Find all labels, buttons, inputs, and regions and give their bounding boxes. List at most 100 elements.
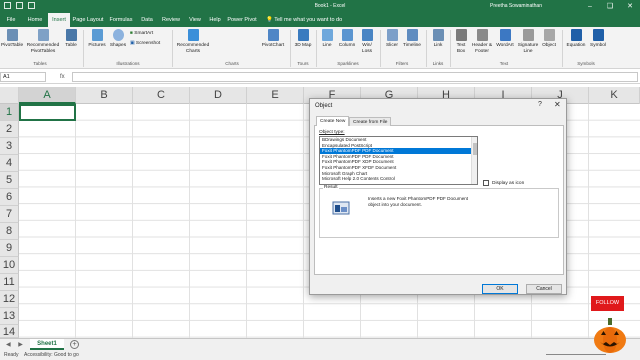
sparkline-winloss-button[interactable]: Win/ Loss: [358, 29, 376, 54]
row-header[interactable]: 13: [0, 308, 19, 325]
text-box-icon: [455, 29, 467, 41]
tab-help[interactable]: Help: [207, 13, 223, 27]
symbol-icon: [592, 29, 604, 41]
group-divider: [290, 30, 291, 67]
link-button[interactable]: Link: [430, 29, 446, 49]
group-divider: [83, 30, 84, 67]
list-item[interactable]: Microsoft Help 2.0 Contents Control: [320, 176, 477, 182]
ribbon-insert: PivotTable Recommended PivotTables Table…: [0, 27, 640, 69]
formula-input[interactable]: [72, 72, 638, 82]
shapes-button[interactable]: Shapes: [108, 29, 128, 49]
column-header[interactable]: B: [76, 87, 133, 104]
3d-map-button[interactable]: 3D Map: [292, 29, 314, 49]
tell-me-box[interactable]: 💡 Tell me what you want to do: [266, 13, 342, 27]
row-header[interactable]: 4: [0, 155, 19, 172]
minimize-icon[interactable]: –: [580, 0, 600, 13]
row-header[interactable]: 7: [0, 206, 19, 223]
signature-line-icon: [522, 29, 534, 41]
timeline-button[interactable]: Timeline: [402, 29, 422, 49]
tab-home[interactable]: Home: [24, 13, 46, 27]
sheet-nav-arrows[interactable]: ◀ ▶: [6, 341, 26, 348]
object-type-list[interactable]: BDrawings Document Encapsulated PostScri…: [319, 136, 478, 185]
save-icon[interactable]: [4, 2, 11, 9]
row-header[interactable]: 1: [0, 104, 19, 121]
tab-data[interactable]: Data: [138, 13, 156, 27]
cancel-button[interactable]: Cancel: [526, 284, 562, 294]
result-box: Inserts a new Foxit PhantomPDF PDF Docum…: [319, 188, 559, 238]
text-box-button[interactable]: Text Box: [452, 29, 470, 54]
column-header[interactable]: A: [19, 87, 76, 104]
insert-function-icon[interactable]: fx: [60, 72, 65, 82]
header-footer-button[interactable]: Header & Footer: [470, 29, 494, 54]
column-header[interactable]: E: [247, 87, 304, 104]
pictures-button[interactable]: Pictures: [86, 29, 108, 49]
table-button[interactable]: Table: [62, 29, 80, 49]
user-name[interactable]: Preetha Sowaminathan: [490, 3, 542, 9]
object-button[interactable]: Object: [540, 29, 558, 49]
wordart-button[interactable]: WordArt: [494, 29, 516, 49]
tab-create-from-file[interactable]: Create from File: [349, 117, 392, 126]
row-header[interactable]: 8: [0, 223, 19, 240]
row-header[interactable]: 2: [0, 121, 19, 138]
sheet-tab[interactable]: Sheet1: [30, 339, 64, 350]
close-window-icon[interactable]: ✕: [620, 0, 640, 13]
pivotchart-button[interactable]: PivotChart: [258, 29, 288, 49]
sparkline-line-button[interactable]: Line: [318, 29, 336, 49]
symbol-button[interactable]: Symbol: [588, 29, 608, 49]
row-header[interactable]: 11: [0, 274, 19, 291]
sparkline-column-button[interactable]: Column: [336, 29, 358, 49]
group-label-sparklines: Sparklines: [337, 61, 359, 66]
result-description: Inserts a new Foxit PhantomPDF PDF Docum…: [368, 196, 469, 207]
ok-button[interactable]: OK: [482, 284, 518, 294]
signature-line-button[interactable]: Signature Line: [516, 29, 540, 54]
tab-review[interactable]: Review: [160, 13, 182, 27]
row-header[interactable]: 14: [0, 325, 19, 338]
equation-button[interactable]: Equation: [564, 29, 588, 49]
tab-page-layout[interactable]: Page Layout: [72, 13, 104, 27]
column-header[interactable]: K: [589, 87, 640, 104]
object-icon: [543, 29, 555, 41]
row-header[interactable]: 9: [0, 240, 19, 257]
pivottable-button[interactable]: PivotTable: [1, 29, 23, 49]
slicer-button[interactable]: Slicer: [382, 29, 402, 49]
close-icon[interactable]: ✕: [554, 100, 561, 109]
new-sheet-button[interactable]: +: [70, 340, 79, 349]
tab-file[interactable]: File: [2, 13, 20, 27]
redo-icon[interactable]: [28, 2, 35, 9]
dialog-title: Object: [315, 103, 333, 109]
active-cell[interactable]: [19, 104, 76, 121]
group-label-charts: Charts: [225, 61, 239, 66]
tab-power-pivot[interactable]: Power Pivot: [226, 13, 258, 27]
group-label-links: Links: [432, 61, 444, 66]
tab-view[interactable]: View: [186, 13, 204, 27]
ribbon-tabs: File Home Insert Page Layout Formulas Da…: [0, 13, 640, 27]
title-bar: Book1 - Excel Preetha Sowaminathan – ❑ ✕: [0, 0, 640, 13]
select-all-corner[interactable]: [0, 87, 19, 104]
row-header[interactable]: 6: [0, 189, 19, 206]
restore-icon[interactable]: ❑: [600, 0, 620, 13]
create-new-panel: Object type: BDrawings Document Encapsul…: [314, 126, 564, 275]
column-header[interactable]: C: [133, 87, 190, 104]
recommended-charts-button[interactable]: Recommended Charts: [174, 29, 212, 54]
group-divider: [316, 30, 317, 67]
name-box[interactable]: A1: [0, 72, 46, 82]
undo-icon[interactable]: [16, 2, 23, 9]
excel-window: Book1 - Excel Preetha Sowaminathan – ❑ ✕…: [0, 0, 640, 360]
tab-formulas[interactable]: Formulas: [108, 13, 134, 27]
tab-insert[interactable]: Insert: [48, 13, 70, 27]
follow-button[interactable]: FOLLOW: [591, 296, 624, 311]
help-icon[interactable]: ?: [538, 101, 542, 108]
column-header[interactable]: D: [190, 87, 247, 104]
screenshot-button[interactable]: ▣ Screenshot: [130, 41, 170, 47]
recommended-pivottables-button[interactable]: Recommended PivotTables: [24, 29, 62, 54]
checkbox-icon[interactable]: [483, 180, 489, 186]
list-scrollbar[interactable]: [471, 137, 477, 184]
row-header[interactable]: 10: [0, 257, 19, 274]
smartart-button[interactable]: ■ SmartArt: [130, 31, 166, 37]
accessibility-status[interactable]: Accessibility: Good to go: [24, 350, 79, 360]
row-header[interactable]: 3: [0, 138, 19, 155]
3d-map-icon: [297, 29, 309, 41]
row-header[interactable]: 5: [0, 172, 19, 189]
display-as-icon-checkbox[interactable]: Display as icon: [483, 180, 524, 186]
row-header[interactable]: 12: [0, 291, 19, 308]
